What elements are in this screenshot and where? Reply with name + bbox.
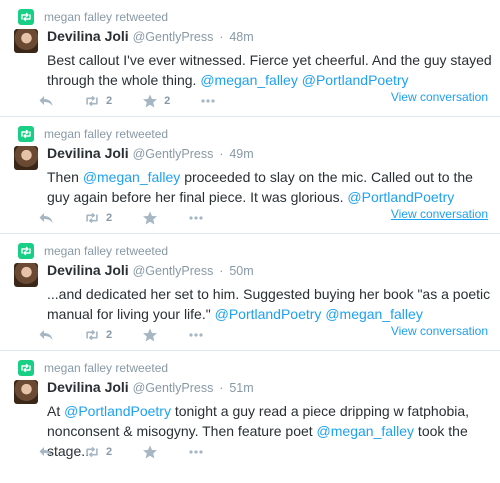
- more-button[interactable]: [200, 94, 216, 108]
- reply-button[interactable]: [38, 211, 54, 225]
- author-handle[interactable]: @GentlyPress: [133, 147, 214, 161]
- retweet-context: megan falley retweeted: [18, 359, 168, 377]
- retweet-icon: [86, 95, 98, 107]
- star-icon: [143, 211, 158, 225]
- view-conversation-link[interactable]: View conversation: [391, 207, 488, 221]
- reply-icon: [39, 213, 53, 223]
- more-button[interactable]: [188, 445, 204, 459]
- retweet-icon: [86, 329, 98, 341]
- retweet-icon: [18, 360, 34, 376]
- reply-icon: [39, 447, 53, 457]
- tweet-header: Devilina Joli @GentlyPress · 49m: [47, 144, 494, 163]
- retweet-icon: [18, 9, 34, 25]
- reply-button[interactable]: [38, 445, 54, 459]
- view-conversation-link[interactable]: View conversation: [391, 324, 488, 338]
- mention-link[interactable]: @megan_falley: [200, 72, 298, 88]
- reply-button[interactable]: [38, 328, 54, 342]
- star-icon: [143, 445, 158, 459]
- tweet[interactable]: megan falley retweeted Devilina Joli @Ge…: [0, 351, 500, 481]
- tweet[interactable]: megan falley retweeted Devilina Joli @Ge…: [0, 0, 500, 117]
- view-conversation-link[interactable]: View conversation: [391, 90, 488, 104]
- retweet-label: megan falley retweeted: [44, 10, 169, 24]
- mention-link[interactable]: @PortlandPoetry: [215, 306, 322, 322]
- tweet-header: Devilina Joli @GentlyPress · 50m: [47, 261, 494, 280]
- tweet-text: Best callout I've ever witnessed. Fierce…: [47, 50, 494, 90]
- retweet-context: megan falley retweeted: [18, 242, 168, 260]
- tweet-text-segment: Then: [47, 169, 83, 185]
- retweet-label: megan falley retweeted: [44, 244, 169, 258]
- timestamp[interactable]: 51m: [229, 381, 253, 395]
- avatar[interactable]: [14, 380, 38, 404]
- retweet-icon: [86, 212, 98, 224]
- retweet-context: megan falley retweeted: [18, 8, 168, 26]
- more-button[interactable]: [188, 328, 204, 342]
- tweet-header: Devilina Joli @GentlyPress · 48m: [47, 27, 494, 46]
- mention-link[interactable]: @PortlandPoetry: [347, 189, 454, 205]
- author-name[interactable]: Devilina Joli: [47, 262, 129, 278]
- more-icon: [189, 333, 203, 337]
- retweet-count: 2: [106, 95, 113, 107]
- retweet-count: 2: [106, 329, 113, 341]
- more-icon: [189, 216, 203, 220]
- author-name[interactable]: Devilina Joli: [47, 145, 129, 161]
- favorite-count: 2: [164, 95, 171, 107]
- author-name[interactable]: Devilina Joli: [47, 28, 129, 44]
- separator: ·: [219, 264, 224, 278]
- avatar[interactable]: [14, 29, 38, 53]
- mention-link[interactable]: @megan_falley: [83, 169, 181, 185]
- reply-icon: [39, 96, 53, 106]
- mention-link[interactable]: @megan_falley: [317, 423, 415, 439]
- retweet-button[interactable]: 2: [84, 328, 112, 342]
- timestamp[interactable]: 49m: [229, 147, 253, 161]
- tweet-text: ...and dedicated her set to him. Suggest…: [47, 284, 494, 324]
- author-handle[interactable]: @GentlyPress: [133, 264, 214, 278]
- tweet-text-segment: At: [47, 403, 65, 419]
- author-handle[interactable]: @GentlyPress: [133, 30, 214, 44]
- retweet-label: megan falley retweeted: [44, 361, 169, 375]
- tweet[interactable]: megan falley retweeted Devilina Joli @Ge…: [0, 117, 500, 234]
- separator: ·: [219, 381, 224, 395]
- mention-link[interactable]: @PortlandPoetry: [64, 403, 171, 419]
- retweet-icon: [18, 243, 34, 259]
- avatar[interactable]: [14, 146, 38, 170]
- favorite-button[interactable]: [142, 328, 158, 342]
- separator: ·: [219, 147, 224, 161]
- retweet-label: megan falley retweeted: [44, 127, 169, 141]
- tweet-header: Devilina Joli @GentlyPress · 51m: [47, 378, 494, 397]
- retweet-button[interactable]: 2: [84, 445, 112, 459]
- favorite-button[interactable]: [142, 211, 158, 225]
- star-icon: [143, 94, 158, 108]
- timestamp[interactable]: 50m: [229, 264, 253, 278]
- reply-icon: [39, 330, 53, 340]
- favorite-button[interactable]: [142, 445, 158, 459]
- author-handle[interactable]: @GentlyPress: [133, 381, 214, 395]
- mention-link[interactable]: @PortlandPoetry: [302, 72, 409, 88]
- reply-button[interactable]: [38, 94, 54, 108]
- retweet-icon: [86, 446, 98, 458]
- timeline: megan falley retweeted Devilina Joli @Ge…: [0, 0, 500, 481]
- avatar[interactable]: [14, 263, 38, 287]
- separator: ·: [219, 30, 224, 44]
- retweet-icon: [18, 126, 34, 142]
- favorite-button[interactable]: 2: [142, 94, 170, 108]
- retweet-button[interactable]: 2: [84, 211, 112, 225]
- tweet-text: Then @megan_falley proceeded to slay on …: [47, 167, 494, 207]
- star-icon: [143, 328, 158, 342]
- retweet-count: 2: [106, 212, 113, 224]
- more-icon: [201, 99, 215, 103]
- tweet[interactable]: megan falley retweeted Devilina Joli @Ge…: [0, 234, 500, 351]
- mention-link[interactable]: @megan_falley: [325, 306, 423, 322]
- more-button[interactable]: [188, 211, 204, 225]
- more-icon: [189, 450, 203, 454]
- author-name[interactable]: Devilina Joli: [47, 379, 129, 395]
- timestamp[interactable]: 48m: [229, 30, 253, 44]
- retweet-button[interactable]: 2: [84, 94, 112, 108]
- retweet-count: 2: [106, 446, 113, 458]
- retweet-context: megan falley retweeted: [18, 125, 168, 143]
- tweet-actions: 2: [38, 445, 480, 459]
